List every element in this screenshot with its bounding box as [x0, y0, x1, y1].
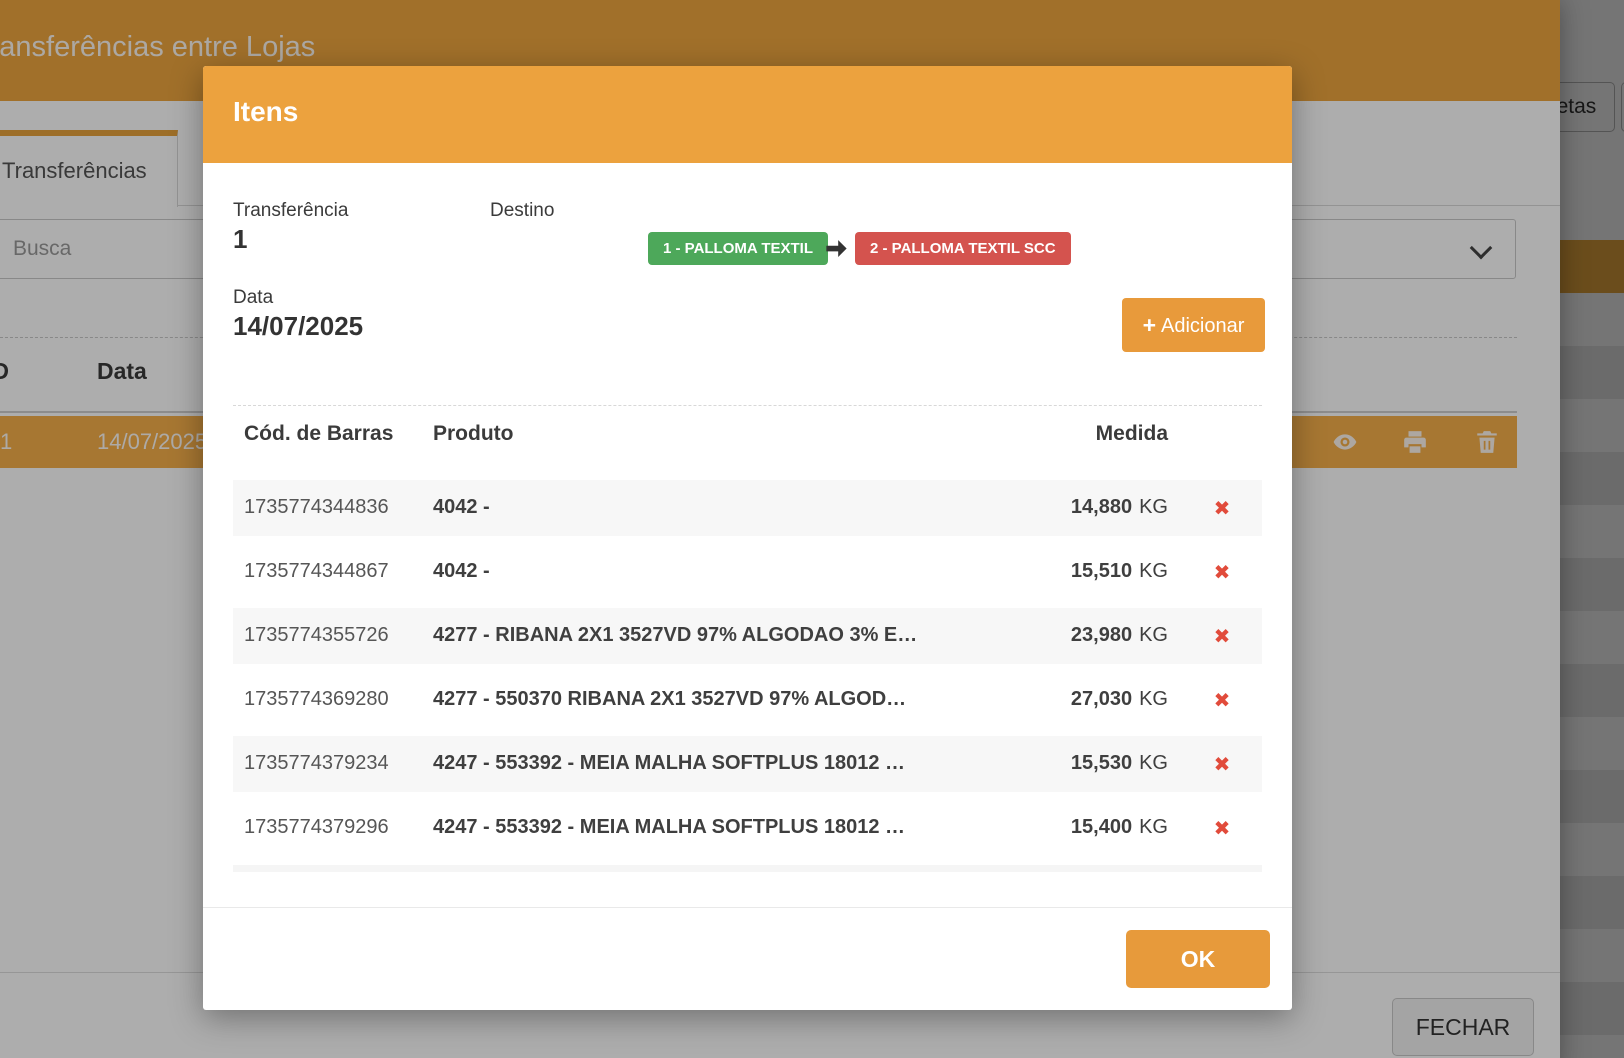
modal-section-divider [233, 405, 1262, 406]
adicionar-label: Adicionar [1161, 315, 1244, 337]
origin-store-badge: 1 - PALLOMA TEXTIL [648, 232, 828, 265]
arrow-right-icon [823, 235, 850, 262]
table-row: 1735774379234 4247 - 553392 - MEIA MALHA… [233, 736, 1262, 792]
data-value: 14/07/2025 [233, 311, 363, 342]
column-header-product: Produto [433, 422, 513, 446]
item-measure: 15,510KG [1071, 560, 1168, 583]
remove-item-button[interactable]: ✖ [1199, 736, 1245, 792]
remove-item-button[interactable]: ✖ [1199, 800, 1245, 856]
remove-item-button[interactable]: ✖ [1199, 544, 1245, 600]
itens-modal-header: Itens [203, 66, 1292, 163]
item-product: 4247 - 553392 - MEIA MALHA SOFTPLUS 1801… [433, 816, 905, 839]
data-label: Data [233, 287, 273, 309]
item-product: 4247 - 553392 - MEIA MALHA SOFTPLUS 1801… [433, 752, 905, 775]
table-row: 1735774344867 4042 - 15,510KG ✖ [233, 544, 1262, 600]
item-barcode: 1735774344836 [244, 496, 389, 519]
itens-modal: Itens Transferência 1 Destino 1 - PALLOM… [203, 66, 1292, 1010]
remove-item-button[interactable]: ✖ [1199, 480, 1245, 536]
item-product: 4042 - [433, 496, 490, 519]
item-barcode: 1735774379234 [244, 752, 389, 775]
column-header-barcode: Cód. de Barras [244, 422, 393, 446]
table-row: 1735774369280 4277 - 550370 RIBANA 2X1 3… [233, 672, 1262, 728]
x-icon: ✖ [1214, 816, 1231, 840]
destination-store-badge: 2 - PALLOMA TEXTIL SCC [855, 232, 1071, 265]
items-table: 1735774344836 4042 - 14,880KG ✖ 17357743… [233, 480, 1262, 864]
x-icon: ✖ [1214, 752, 1231, 776]
plus-icon: + [1143, 312, 1156, 338]
item-barcode: 1735774369280 [244, 688, 389, 711]
item-product: 4042 - [433, 560, 490, 583]
ok-button[interactable]: OK [1126, 930, 1270, 988]
item-measure: 15,530KG [1071, 752, 1168, 775]
item-product: 4277 - RIBANA 2X1 3527VD 97% ALGODAO 3% … [433, 624, 917, 647]
x-icon: ✖ [1214, 624, 1231, 648]
x-icon: ✖ [1214, 496, 1231, 520]
x-icon: ✖ [1214, 688, 1231, 712]
item-measure: 14,880KG [1071, 496, 1168, 519]
modal-footer-divider [203, 907, 1292, 908]
item-measure: 27,030KG [1071, 688, 1168, 711]
modal-title: Itens [233, 96, 298, 128]
item-barcode: 1735774344867 [244, 560, 389, 583]
item-product: 4277 - 550370 RIBANA 2X1 3527VD 97% ALGO… [433, 688, 906, 711]
table-row: 1735774344836 4042 - 14,880KG ✖ [233, 480, 1262, 536]
transferencia-label: Transferência [233, 200, 348, 222]
x-icon: ✖ [1214, 560, 1231, 584]
item-measure: 23,980KG [1071, 624, 1168, 647]
table-bottom-divider [233, 865, 1262, 872]
screen: Etiquetas Transferências entre Lojas Tra… [0, 0, 1624, 1058]
item-barcode: 1735774355726 [244, 624, 389, 647]
transferencia-value: 1 [233, 224, 247, 255]
destino-label: Destino [490, 200, 554, 222]
item-barcode: 1735774379296 [244, 816, 389, 839]
item-measure: 15,400KG [1071, 816, 1168, 839]
remove-item-button[interactable]: ✖ [1199, 672, 1245, 728]
remove-item-button[interactable]: ✖ [1199, 608, 1245, 664]
table-row: 1735774379296 4247 - 553392 - MEIA MALHA… [233, 800, 1262, 856]
column-header-measure: Medida [968, 422, 1168, 446]
adicionar-button[interactable]: +Adicionar [1122, 298, 1265, 352]
table-row: 1735774355726 4277 - RIBANA 2X1 3527VD 9… [233, 608, 1262, 664]
